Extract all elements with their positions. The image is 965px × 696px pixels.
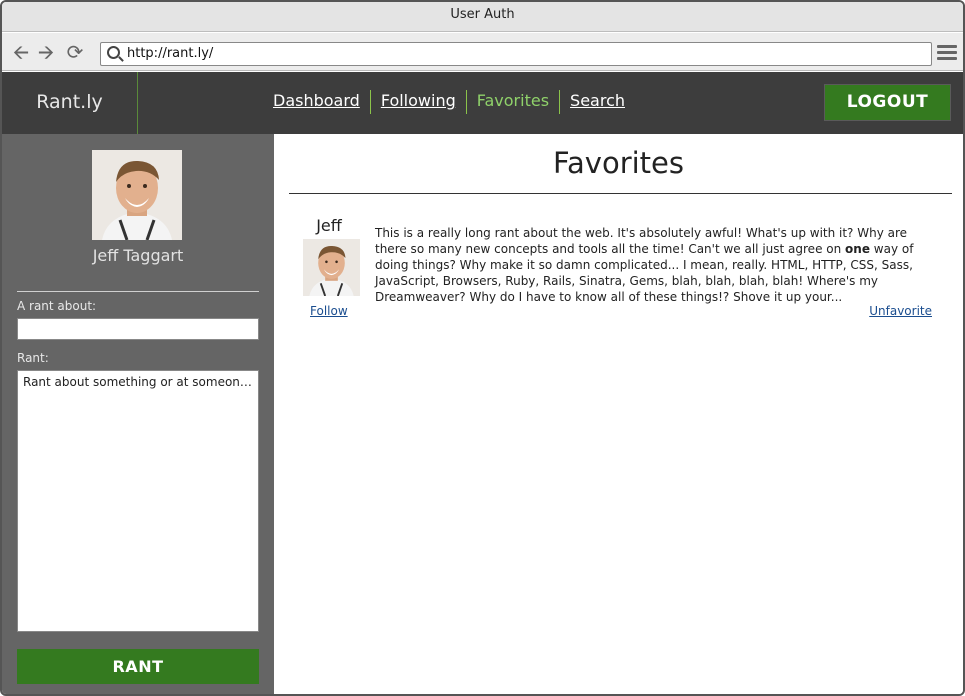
rant-card: Jeff Follow This is a really long rant a…: [289, 214, 939, 324]
user-name: Jeff Taggart: [92, 246, 184, 265]
url-text: http://rant.ly/: [127, 46, 214, 61]
reload-icon[interactable]: ⟳: [64, 41, 86, 63]
search-icon: [107, 46, 120, 59]
address-bar[interactable]: http://rant.ly/: [100, 42, 932, 66]
app-navbar: Rant.ly Dashboard Following Favorites Se…: [2, 72, 963, 134]
unfavorite-link[interactable]: Unfavorite: [869, 304, 932, 318]
nav-links: Dashboard Following Favorites Search: [273, 90, 635, 114]
rant-text-emphasis: one: [845, 242, 870, 256]
browser-toolbar: 🡨 🡪 ⟳ http://rant.ly/: [2, 33, 963, 71]
nav-link-favorites[interactable]: Favorites: [465, 90, 559, 114]
arrow-right-icon[interactable]: 🡪: [35, 41, 57, 63]
rant-author-name: Jeff: [316, 216, 342, 235]
nav-link-search[interactable]: Search: [559, 90, 635, 114]
nav-link-following[interactable]: Following: [369, 90, 466, 114]
follow-link[interactable]: Follow: [310, 304, 348, 318]
title-divider: [289, 193, 952, 194]
sidebar: Jeff Taggart A rant about: Rant: Rant ab…: [2, 134, 274, 694]
rant-text-part: This is a really long rant about the web…: [375, 226, 908, 256]
user-avatar: [92, 150, 182, 240]
arrow-left-icon[interactable]: 🡨: [10, 41, 32, 63]
user-photo: [92, 150, 182, 240]
rant-textarea[interactable]: Rant about something or at someone...: [17, 370, 259, 632]
rant-text: This is a really long rant about the web…: [375, 225, 925, 305]
sidebar-divider: [17, 291, 259, 292]
main-content: Favorites Jeff Follow This is a really l: [274, 134, 963, 694]
nav-link-dashboard[interactable]: Dashboard: [273, 90, 370, 114]
logout-button[interactable]: LOGOUT: [824, 84, 951, 121]
rant-submit-button[interactable]: RANT: [17, 649, 259, 684]
rant-about-input[interactable]: [17, 318, 259, 340]
author-photo: [303, 239, 360, 296]
browser-window: User Auth 🡨 🡪 ⟳ http://rant.ly/ Rant.ly …: [0, 0, 965, 696]
rant-label: Rant:: [17, 351, 49, 365]
hamburger-menu-icon[interactable]: [937, 45, 957, 61]
brand-logo[interactable]: Rant.ly: [2, 72, 138, 134]
rant-author-avatar: [303, 239, 360, 296]
rant-about-label: A rant about:: [17, 299, 97, 313]
page-title: Favorites: [553, 146, 684, 180]
window-title: User Auth: [2, 2, 963, 32]
